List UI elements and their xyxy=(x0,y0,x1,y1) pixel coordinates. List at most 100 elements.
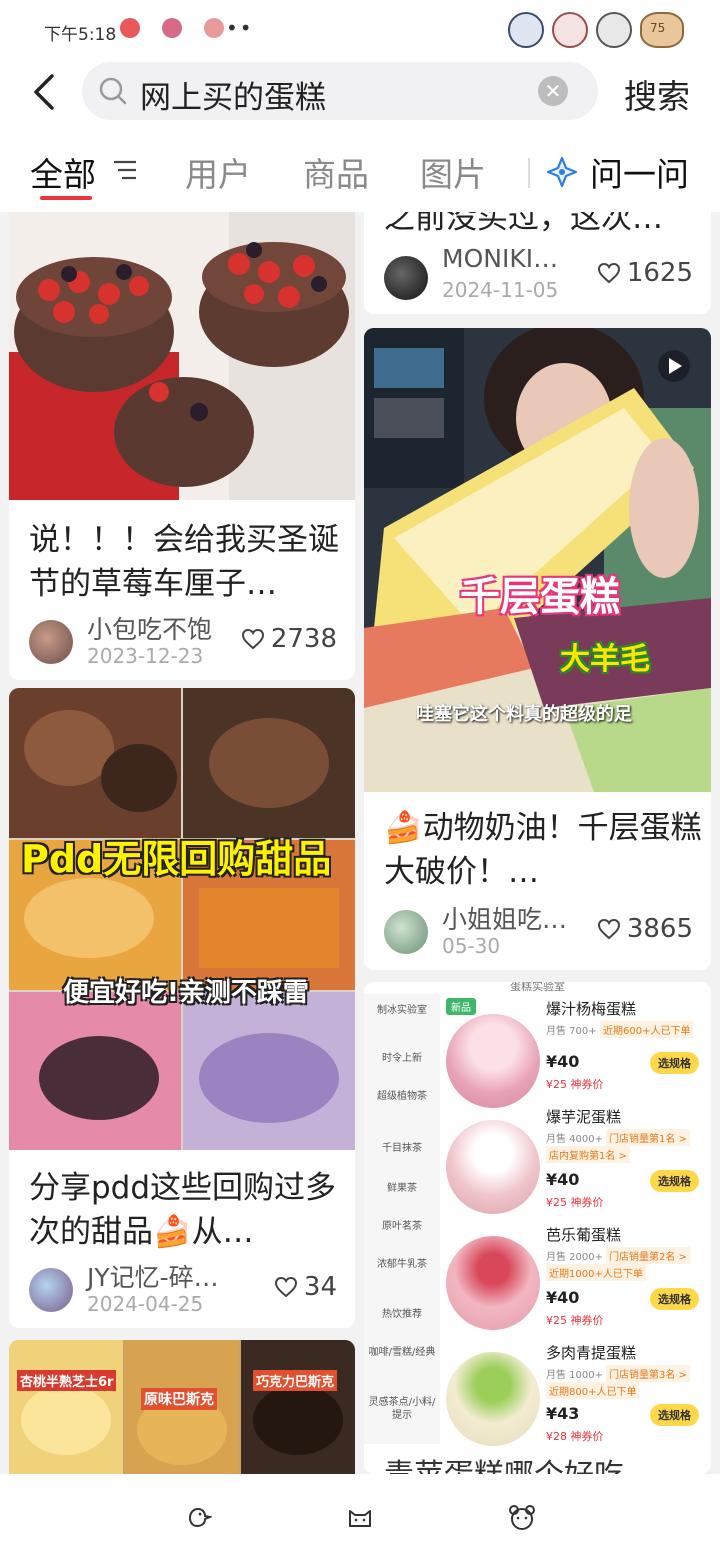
like-button[interactable]: 34 xyxy=(274,1272,337,1302)
menu-sidebar: 制冰实验室 时令上新 超级植物茶 千目抹茶 鲜果茶 原叶茗茶 浓郁牛乳茶 热饮推… xyxy=(364,994,440,1444)
author-name[interactable]: 小姐姐吃… xyxy=(442,900,567,936)
like-button[interactable]: 3865 xyxy=(597,914,693,944)
note-card[interactable]: Pdd无限回购甜品 便宜好吃!亲测不踩雷 分享pdd这些回购过多次的甜品🍰从… … xyxy=(9,688,355,1328)
post-date: 05-30 xyxy=(442,934,501,958)
product-coupon-price: ¥28 神券价 xyxy=(546,1430,604,1443)
search-query[interactable]: 网上买的蛋糕 xyxy=(140,72,326,117)
search-button[interactable]: 搜索 xyxy=(624,70,690,118)
bottom-cat-icon[interactable] xyxy=(346,1504,374,1530)
product-image xyxy=(446,1236,540,1330)
menu-category: 制冰实验室 xyxy=(377,1005,427,1016)
product-coupon-price: ¥25 神券价 xyxy=(546,1078,604,1091)
search-input[interactable]: 网上买的蛋糕 ✕ xyxy=(82,62,598,120)
product-sales: 月售 2000+ xyxy=(546,1252,604,1263)
product-rank: 店内复购第1名 > xyxy=(546,1146,630,1163)
menu-category: 热饮推荐 xyxy=(382,1309,422,1320)
author-name[interactable]: JY记忆-碎… xyxy=(87,1258,219,1294)
heart-icon xyxy=(274,1276,297,1298)
bottom-duck-icon[interactable] xyxy=(184,1504,212,1530)
tab-products[interactable]: 商品 xyxy=(303,148,369,196)
product-image xyxy=(446,1120,540,1214)
search-icon xyxy=(99,77,127,105)
product-rank: 近期1000+人已下单 xyxy=(546,1264,646,1281)
product-rank: 门店销量第2名 > xyxy=(606,1247,690,1264)
cover-overlay-caption: 哇塞它这个料真的超级的足 xyxy=(416,704,632,725)
ask-icon[interactable] xyxy=(546,156,578,188)
signal-sticker-icon xyxy=(552,12,588,48)
product-coupon-price: ¥25 神券价 xyxy=(546,1196,604,1209)
like-count: 3865 xyxy=(626,914,693,944)
product-price: ¥40 xyxy=(546,1052,580,1071)
author-name[interactable]: 小包吃不饱 xyxy=(87,610,212,646)
note-title: 分享pdd这些回购过多次的甜品🍰从… xyxy=(29,1170,337,1250)
cover-label: 原味巴斯克 xyxy=(141,1388,217,1410)
note-title: 说！！！会给我买圣诞节的草莓车厘子… xyxy=(29,522,339,602)
cover-label: 杏桃半熟芝士6r xyxy=(17,1370,117,1391)
menu-category: 时令上新 xyxy=(382,1053,422,1064)
post-date: 2023-12-23 xyxy=(87,644,204,668)
cover-overlay-title: 千层蛋糕 xyxy=(460,574,620,620)
note-card[interactable]: 说！！！会给我买圣诞节的草莓车厘子… 小包吃不饱 2023-12-23 2738 xyxy=(9,212,355,680)
tab-images[interactable]: 图片 xyxy=(420,148,486,196)
wifi-sticker-icon xyxy=(508,12,544,48)
tab-users[interactable]: 用户 xyxy=(185,148,251,196)
select-spec-button[interactable]: 选规格 xyxy=(650,1288,699,1310)
menu-category: 咖啡/雪糕/经典 xyxy=(368,1347,436,1358)
back-icon[interactable] xyxy=(28,72,64,112)
like-button[interactable]: 2738 xyxy=(241,624,337,654)
product-sales: 月售 1000+ xyxy=(546,1370,604,1381)
avatar[interactable] xyxy=(384,256,428,300)
note-card[interactable]: 蛋糕实验室 制冰实验室 时令上新 超级植物茶 千目抹茶 鲜果茶 原叶茗茶 浓郁牛… xyxy=(364,982,711,1474)
product-image xyxy=(446,1352,540,1446)
product-coupon-price: ¥25 神券价 xyxy=(546,1314,604,1327)
heart-icon xyxy=(241,628,264,650)
filter-icon[interactable] xyxy=(112,158,138,182)
tab-all[interactable]: 全部 xyxy=(30,148,96,196)
product-image xyxy=(446,1014,540,1108)
cat-sticker-icon xyxy=(596,12,632,48)
menu-category: 原叶茗茶 xyxy=(382,1221,422,1232)
menu-header-partial: 蛋糕实验室 xyxy=(510,982,565,993)
note-card[interactable]: 杏桃半熟芝士6r 原味巴斯克 巧克力巴斯克 xyxy=(9,1340,355,1474)
product-sales: 月售 4000+ xyxy=(546,1134,604,1145)
menu-category: 鲜果茶 xyxy=(387,1183,417,1194)
avatar[interactable] xyxy=(384,910,428,954)
menu-category: 超级植物茶 xyxy=(377,1091,427,1102)
product-price: ¥43 xyxy=(546,1404,580,1423)
status-time: 下午5:18 xyxy=(44,25,117,45)
clear-icon[interactable]: ✕ xyxy=(538,76,568,106)
heart-icon xyxy=(597,918,620,940)
select-spec-button[interactable]: 选规格 xyxy=(650,1170,699,1192)
bottom-bear-icon[interactable] xyxy=(508,1504,536,1530)
avatar[interactable] xyxy=(29,620,73,664)
product-sales: 月售 700+ xyxy=(546,1026,597,1037)
note-title: 🍰动物奶油！千层蛋糕大破价！… xyxy=(384,810,702,890)
select-spec-button[interactable]: 选规格 xyxy=(650,1052,699,1074)
cover-overlay-title: Pdd无限回购甜品 xyxy=(21,837,332,881)
select-spec-button[interactable]: 选规格 xyxy=(650,1404,699,1426)
product-name: 多肉青提蛋糕 xyxy=(546,1344,637,1362)
like-button[interactable]: 1625 xyxy=(597,258,693,288)
results-feed: 说！！！会给我买圣诞节的草莓车厘子… 小包吃不饱 2023-12-23 2738… xyxy=(0,212,720,1474)
heart-icon xyxy=(597,262,620,284)
note-card[interactable]: 千层蛋糕 大羊毛 哇塞它这个料真的超级的足 🍰动物奶油！千层蛋糕大破价！… 小姐… xyxy=(364,328,711,970)
menu-category: 灵感茶点/小料/提示 xyxy=(368,1397,436,1421)
notification-icons xyxy=(120,18,224,38)
product-name: 芭乐葡蛋糕 xyxy=(546,1226,622,1244)
note-cover-image xyxy=(9,688,355,1150)
battery-sticker-icon: 75 xyxy=(640,12,684,48)
product-name: 爆汁杨梅蛋糕 xyxy=(546,1000,637,1018)
product-rank: 门店销量第1名 > xyxy=(606,1129,690,1146)
notification-icon xyxy=(120,18,140,38)
note-card[interactable]: 之前没买过，这次… MONIKI… 2024-11-05 1625 xyxy=(364,212,711,314)
author-name[interactable]: MONIKI… xyxy=(442,244,558,273)
notification-icon xyxy=(162,18,182,38)
post-date: 2024-04-25 xyxy=(87,1292,204,1316)
product-name: 爆芋泥蛋糕 xyxy=(546,1108,622,1126)
tab-ask[interactable]: 问一问 xyxy=(590,148,689,196)
like-count: 34 xyxy=(303,1272,337,1302)
like-count: 2738 xyxy=(270,624,337,654)
post-date: 2024-11-05 xyxy=(442,278,559,302)
avatar[interactable] xyxy=(29,1268,73,1312)
product-price: ¥40 xyxy=(546,1170,580,1189)
